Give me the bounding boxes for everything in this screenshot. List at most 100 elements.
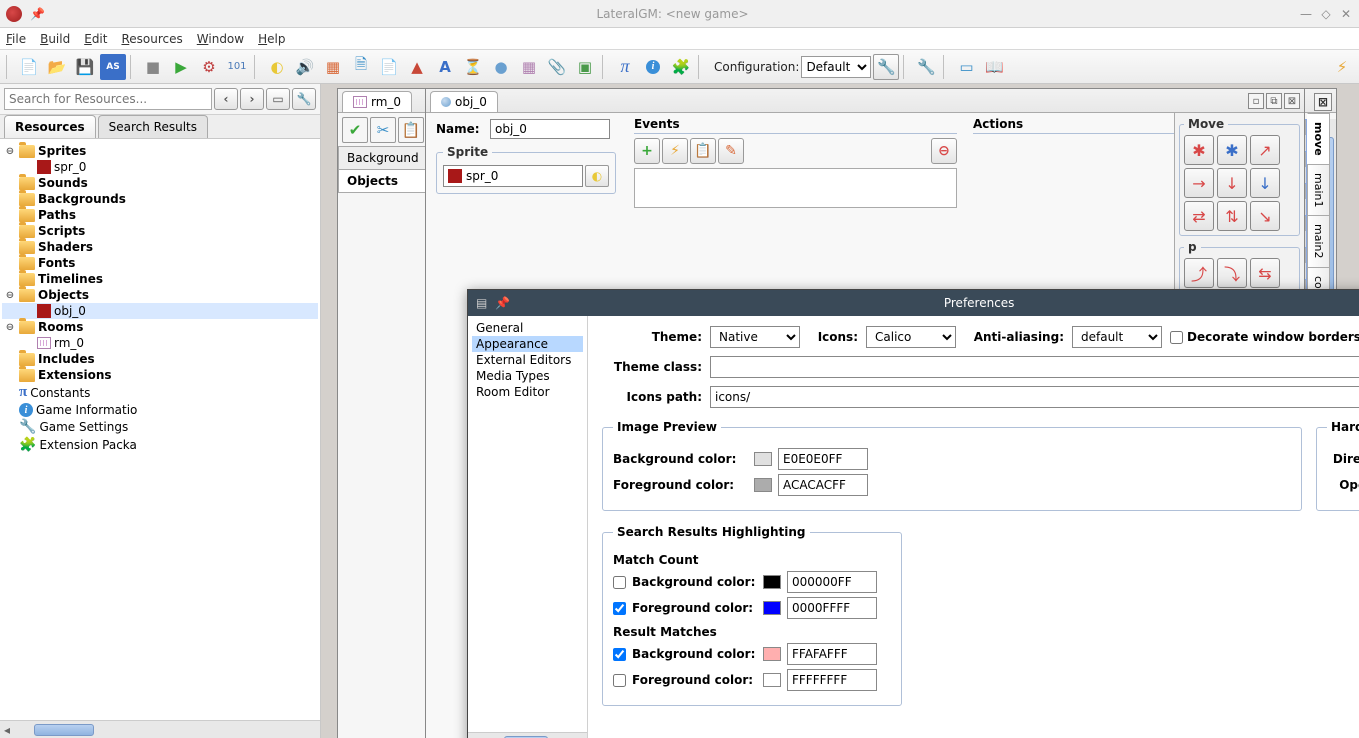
sound-icon[interactable]: 🔊: [292, 54, 318, 80]
category-external-editors[interactable]: External Editors: [472, 352, 583, 368]
minimize-icon[interactable]: —: [1299, 7, 1313, 21]
gravity-icon[interactable]: ↓: [1250, 168, 1280, 198]
help-icon[interactable]: 📖: [981, 54, 1007, 80]
lightning-icon[interactable]: ⚡: [1329, 54, 1355, 80]
ip-bg-swatch[interactable]: [754, 452, 772, 466]
tab-main1[interactable]: main1: [1307, 164, 1330, 216]
rm-bg-swatch[interactable]: [763, 647, 781, 661]
move-fixed-icon[interactable]: ✱: [1217, 135, 1247, 165]
resource-tree[interactable]: ⊖Sprites spr_0 Sounds Backgrounds Paths …: [0, 139, 320, 720]
rm-fg-input[interactable]: [787, 669, 877, 691]
pacman-icon[interactable]: ◐: [585, 165, 609, 187]
mc-fg-swatch[interactable]: [763, 601, 781, 615]
icons-select[interactable]: Calico: [866, 326, 956, 348]
mc-fg-input[interactable]: [787, 597, 877, 619]
tree-toggle-icon[interactable]: ⊖: [4, 290, 16, 301]
scrollbar-thumb[interactable]: [34, 724, 94, 736]
object-name-input[interactable]: [490, 119, 610, 139]
move-towards-icon[interactable]: ↗: [1250, 135, 1280, 165]
pin-icon[interactable]: 📌: [30, 7, 46, 21]
delete-event-icon[interactable]: ⊖: [931, 138, 957, 164]
decorate-checkbox[interactable]: [1170, 331, 1183, 344]
maximize-icon[interactable]: ◇: [1319, 7, 1333, 21]
compile-icon[interactable]: 101: [224, 54, 250, 80]
dialog-menu-icon[interactable]: ▤: [476, 296, 487, 310]
wrench-icon[interactable]: 🔧: [913, 54, 939, 80]
shader-icon[interactable]: ▲: [404, 54, 430, 80]
window-close-icon[interactable]: ⊠: [1284, 93, 1300, 109]
include-icon[interactable]: 📎: [544, 54, 570, 80]
menu-file[interactable]: File: [6, 32, 26, 46]
copy-event-icon[interactable]: 📋: [690, 138, 716, 164]
jump-pos-icon[interactable]: ⤴: [1184, 258, 1214, 288]
add-event-icon[interactable]: +: [634, 138, 660, 164]
category-room-editor[interactable]: Room Editor: [472, 384, 583, 400]
ip-fg-swatch[interactable]: [754, 478, 772, 492]
move-free-icon[interactable]: ✱: [1184, 135, 1214, 165]
sprite-select[interactable]: spr_0: [443, 165, 583, 187]
info-icon[interactable]: i: [640, 54, 666, 80]
copy-icon[interactable]: 📋: [398, 117, 424, 143]
mc-bg-checkbox[interactable]: [613, 576, 626, 589]
menu-build[interactable]: Build: [40, 32, 70, 46]
tree-item-ext-packages[interactable]: Extension Packa: [39, 438, 136, 452]
category-appearance[interactable]: Appearance: [472, 336, 583, 352]
hspeed-icon[interactable]: →: [1184, 168, 1214, 198]
tree-folder-sprites[interactable]: Sprites: [38, 144, 86, 158]
menu-resources[interactable]: Resources: [121, 32, 182, 46]
jump-start-icon[interactable]: ⤵: [1217, 258, 1247, 288]
tree-toggle-icon[interactable]: ⊖: [4, 322, 16, 333]
new-file-icon[interactable]: 📄: [16, 54, 42, 80]
rm-bg-checkbox[interactable]: [613, 648, 626, 661]
menu-edit[interactable]: Edit: [84, 32, 107, 46]
search-input[interactable]: [4, 88, 212, 110]
tree-item-constants[interactable]: Constants: [30, 386, 90, 400]
ip-bg-input[interactable]: [778, 448, 868, 470]
antialiasing-select[interactable]: default: [1072, 326, 1162, 348]
tab-main2[interactable]: main2: [1307, 215, 1330, 267]
debug-icon[interactable]: ⚙: [196, 54, 222, 80]
preferences-titlebar[interactable]: ▤ 📌 Preferences ⌄ ⌃ ✕: [468, 290, 1359, 316]
jump-random-icon[interactable]: ⇆: [1250, 258, 1280, 288]
timeline-icon[interactable]: ⏳: [460, 54, 486, 80]
tree-folder-includes[interactable]: Includes: [38, 352, 95, 366]
open-file-icon[interactable]: 📂: [44, 54, 70, 80]
mc-fg-checkbox[interactable]: [613, 602, 626, 615]
window-close-icon[interactable]: ⊠: [1314, 93, 1332, 111]
room-tab[interactable]: rm_0: [342, 91, 412, 112]
tab-resources[interactable]: Resources: [4, 115, 96, 138]
puzzle-icon[interactable]: 🧩: [668, 54, 694, 80]
mc-bg-swatch[interactable]: [763, 575, 781, 589]
mc-bg-input[interactable]: [787, 571, 877, 593]
tree-folder-rooms[interactable]: Rooms: [38, 320, 83, 334]
window-icon[interactable]: ▭: [953, 54, 979, 80]
theme-class-input[interactable]: [710, 356, 1359, 378]
icons-path-input[interactable]: [710, 386, 1359, 408]
reverse-h-icon[interactable]: ⇄: [1184, 201, 1214, 231]
search-next-button[interactable]: ›: [240, 88, 264, 110]
background-icon[interactable]: ▦: [320, 54, 346, 80]
tree-item-obj0[interactable]: obj_0: [54, 304, 86, 318]
script-icon[interactable]: 📄: [376, 54, 402, 80]
sprite-icon[interactable]: ◐: [264, 54, 290, 80]
tree-folder-fonts[interactable]: Fonts: [38, 256, 75, 270]
category-media-types[interactable]: Media Types: [472, 368, 583, 384]
events-list[interactable]: [634, 168, 957, 208]
tree-folder-backgrounds[interactable]: Backgrounds: [38, 192, 126, 206]
reverse-v-icon[interactable]: ⇅: [1217, 201, 1247, 231]
menu-help[interactable]: Help: [258, 32, 285, 46]
rm-fg-swatch[interactable]: [763, 673, 781, 687]
constants-icon[interactable]: π: [612, 54, 638, 80]
tree-item-rm0[interactable]: rm_0: [54, 336, 84, 350]
config-settings-icon[interactable]: 🔧: [873, 54, 899, 80]
lightning-event-icon[interactable]: ⚡: [662, 138, 688, 164]
tree-folder-timelines[interactable]: Timelines: [38, 272, 103, 286]
search-window-icon[interactable]: ▭: [266, 88, 290, 110]
path-icon[interactable]: 🗎: [348, 54, 374, 80]
category-general[interactable]: General: [472, 320, 583, 336]
tree-toggle-icon[interactable]: ⊖: [4, 146, 16, 157]
tree-item-game-settings[interactable]: Game Settings: [39, 420, 128, 434]
edit-event-icon[interactable]: ✎: [718, 138, 744, 164]
tree-folder-paths[interactable]: Paths: [38, 208, 76, 222]
search-prev-button[interactable]: ‹: [214, 88, 238, 110]
